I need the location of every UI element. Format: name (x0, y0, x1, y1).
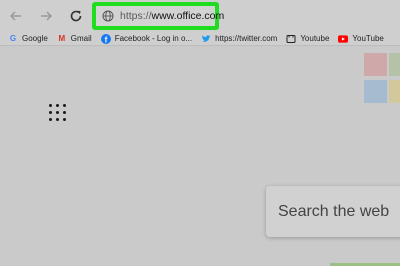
browser-toolbar: https://www.office.com (0, 0, 400, 32)
forward-button[interactable] (36, 6, 56, 26)
reload-button[interactable] (66, 6, 86, 26)
logo-tile-bottom-left (364, 80, 387, 103)
bookmark-label: Youtube (300, 34, 330, 43)
bookmark-youtube-generic[interactable]: Youtube (286, 34, 329, 44)
microsoft-logo-tiles (363, 51, 400, 107)
bookmark-label: Gmail (70, 34, 92, 43)
logo-tile-top-left (364, 53, 387, 76)
svg-text:f: f (104, 35, 107, 44)
facebook-icon: f (100, 33, 111, 44)
bookmark-google[interactable]: G Google (8, 34, 48, 44)
bookmark-label: YouTube (352, 34, 384, 43)
bookmark-label: Facebook - Log in o... (114, 34, 193, 43)
browser-window: https://www.office.com G Google M Gmail … (0, 0, 400, 266)
search-placeholder: Search the web (278, 202, 390, 220)
bookmark-facebook[interactable]: f Facebook - Log in o... (100, 33, 193, 44)
reload-icon (70, 10, 82, 22)
bookmark-label: https://twitter.com (215, 34, 278, 43)
google-icon: G (9, 34, 17, 43)
url-prefix: https:// (120, 10, 152, 22)
twitter-icon (201, 34, 211, 44)
back-button[interactable] (6, 6, 26, 26)
app-launcher-icon[interactable] (49, 104, 69, 124)
globe-icon (102, 9, 114, 23)
arrow-right-icon (41, 11, 53, 21)
bookmark-twitter[interactable]: https://twitter.com (201, 34, 277, 44)
bookmarks-bar: G Google M Gmail f Facebook - Log in o..… (0, 32, 400, 46)
url-domain: www.office.com (151, 10, 225, 22)
logo-tile-top-right (389, 53, 400, 76)
logo-tile-bottom-right (389, 80, 400, 103)
address-url: https://www.office.com (120, 10, 224, 22)
arrow-left-icon (9, 11, 21, 21)
youtube-icon (338, 34, 349, 44)
youtube-generic-icon (286, 34, 296, 44)
address-bar[interactable]: https://www.office.com (92, 2, 224, 30)
gmail-icon: M (58, 34, 66, 43)
page-content: Search the web (0, 47, 400, 266)
bookmark-label: Google (22, 34, 48, 43)
bookmark-gmail[interactable]: M Gmail (57, 34, 92, 44)
bookmark-youtube[interactable]: YouTube (338, 34, 384, 44)
web-search-box[interactable]: Search the web (266, 186, 400, 237)
